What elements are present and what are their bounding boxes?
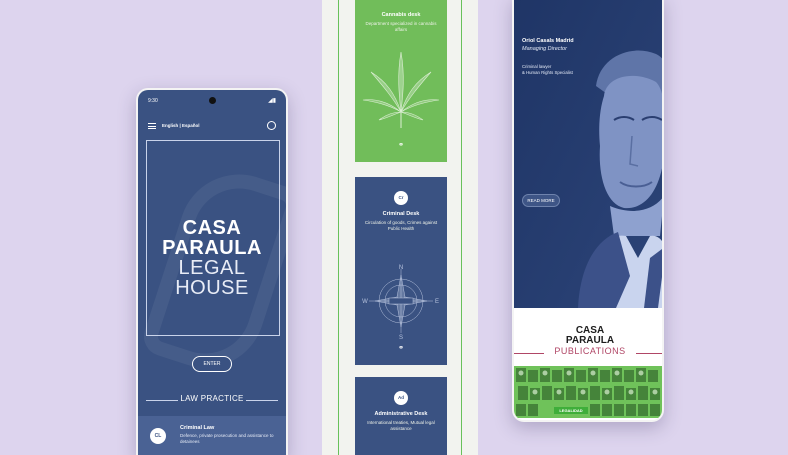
publications-brand: CASA PARAULA: [514, 326, 662, 346]
link-icon[interactable]: ⚭: [397, 142, 405, 150]
hero-title: CASA PARAULA LEGAL HOUSE: [138, 218, 286, 298]
publications-subtitle: PUBLICATIONS: [544, 346, 636, 356]
whatsapp-icon[interactable]: [267, 121, 276, 130]
profile-description-line2: & Human Rights Specialist: [522, 70, 573, 75]
hero-title-line2: PARAULA: [162, 237, 262, 259]
hero-title-line3: LEGAL: [178, 257, 246, 279]
publications-section: CASA PARAULA PUBLICATIONS LEGALIDAD: [514, 308, 662, 420]
language-switch[interactable]: English | Español: [162, 123, 200, 128]
phone-right-mockup: Oriol Casals Madrid Managing Director Cr…: [512, 0, 664, 422]
compass-s: S: [399, 335, 403, 341]
compass-w: W: [362, 299, 368, 305]
section-title: LAW PRACTICE: [178, 394, 246, 403]
profile-name: Oriol Casals Madrid: [522, 38, 574, 44]
hamburger-menu-icon[interactable]: [148, 123, 156, 129]
profile-portrait: Oriol Casals Madrid Managing Director Cr…: [514, 0, 662, 308]
read-more-button[interactable]: READ MORE: [522, 194, 560, 207]
hero-title-line1: CASA: [182, 217, 242, 239]
profile-description: Criminal lawyer & Human Rights Specialis…: [522, 64, 602, 76]
enter-button[interactable]: ENTER: [192, 356, 232, 372]
publication-ribbon-label: LEGALIDAD: [554, 407, 588, 414]
camera-hole: [209, 97, 216, 104]
card-title: Cannabis desk: [381, 12, 421, 18]
card-title: Criminal Desk: [382, 211, 420, 217]
card-description: Department specialized in cannabis affai…: [365, 21, 437, 32]
card-badge: Cr: [394, 191, 408, 205]
practice-badge: CL: [150, 428, 166, 444]
publications-photo-mosaic[interactable]: [514, 366, 662, 418]
compass-e: E: [435, 299, 439, 305]
card-title: Administrative Desk: [374, 411, 428, 417]
signal-battery-icon: ◢▮: [268, 98, 276, 104]
phone-left-mockup: 9:30 ◢▮ English | Español CASA PARAULA L…: [136, 88, 288, 455]
hero-title-line4: HOUSE: [175, 277, 249, 299]
practice-title: Criminal Law: [180, 425, 215, 431]
card-badge: Ad: [394, 391, 408, 405]
card-administrative-desk[interactable]: Ad Administrative Desk International tre…: [355, 377, 447, 455]
compass-n: N: [399, 265, 403, 271]
status-time: 9:30: [148, 98, 158, 104]
link-icon[interactable]: ⚭: [397, 345, 405, 353]
status-bar: 9:30 ◢▮: [138, 96, 286, 106]
practice-item-criminal-law[interactable]: CL Criminal Law Defence, private prosecu…: [138, 416, 286, 455]
card-cannabis-desk[interactable]: Cannabis desk Department specialized in …: [355, 0, 447, 162]
practice-description: Defence, private prosecution and assista…: [180, 433, 274, 444]
compass-rose-icon: N S W E: [355, 261, 447, 341]
profile-role: Managing Director: [522, 46, 567, 52]
cannabis-leaf-icon: [361, 50, 441, 130]
app-header: English | Español: [148, 121, 276, 132]
card-description: Circulation of goods, Crimes against Pub…: [364, 220, 438, 231]
publications-brand-line2: PARAULA: [565, 335, 615, 346]
card-criminal-desk[interactable]: Cr Criminal Desk Circulation of goods, C…: [355, 177, 447, 365]
card-description: International treaties, Mutual legal ass…: [367, 420, 435, 431]
